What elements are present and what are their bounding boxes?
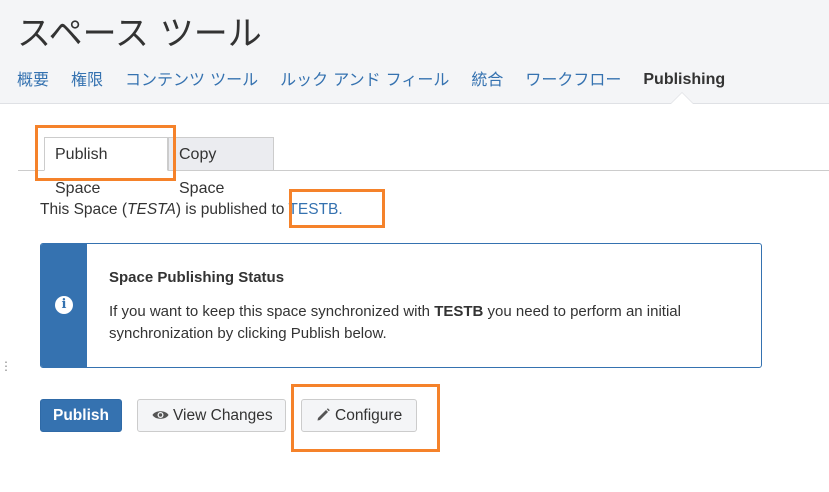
space-tools-nav: 概要 権限 コンテンツ ツール ルック アンド フィール 統合 ワークフロー P… [17,69,747,104]
nav-item-permissions[interactable]: 権限 [71,69,103,104]
space-tools-header: スペース ツール 概要 権限 コンテンツ ツール ルック アンド フィール 統合… [0,0,829,104]
tab-publish-space[interactable]: Publish Space [44,137,168,197]
nav-item-workflow[interactable]: ワークフロー [525,69,621,104]
publish-info-prefix: This Space ( [40,201,128,218]
tab-copy-space[interactable]: Copy Space [168,137,274,197]
view-changes-label: View Changes [173,407,273,424]
status-body-target: TESTB [434,303,484,320]
pencil-icon [317,408,330,421]
target-space-link[interactable]: TESTB. [288,201,342,218]
nav-item-look-and-feel[interactable]: ルック アンド フィール [280,69,449,104]
source-space-key: TESTA [127,201,176,218]
publishing-tabs: Publish Space Copy Space [18,137,829,197]
status-stripe: i [41,244,87,367]
info-icon: i [55,296,73,314]
publish-info-middle: ) is published to [175,201,289,218]
view-changes-button[interactable]: View Changes [137,399,286,432]
publishing-status-message: i Space Publishing Status If you want to… [40,243,762,368]
status-title: Space Publishing Status [109,269,285,286]
publish-info-text: This Space (TESTA) is published to TESTB… [40,201,343,219]
nav-item-overview[interactable]: 概要 [17,69,49,104]
nav-item-content-tools[interactable]: コンテンツ ツール [125,69,258,104]
eye-icon [152,411,169,419]
status-body: If you want to keep this space synchroni… [109,301,739,345]
page-title: スペース ツール [17,14,262,54]
nav-item-integrations[interactable]: 統合 [471,69,503,104]
publish-button[interactable]: Publish [40,399,122,432]
status-body-prefix: If you want to keep this space synchroni… [109,303,435,320]
active-nav-caret [671,93,693,104]
configure-label: Configure [335,407,403,424]
drag-handle-icon[interactable]: ⋮ [0,360,12,372]
configure-button[interactable]: Configure [301,399,417,432]
